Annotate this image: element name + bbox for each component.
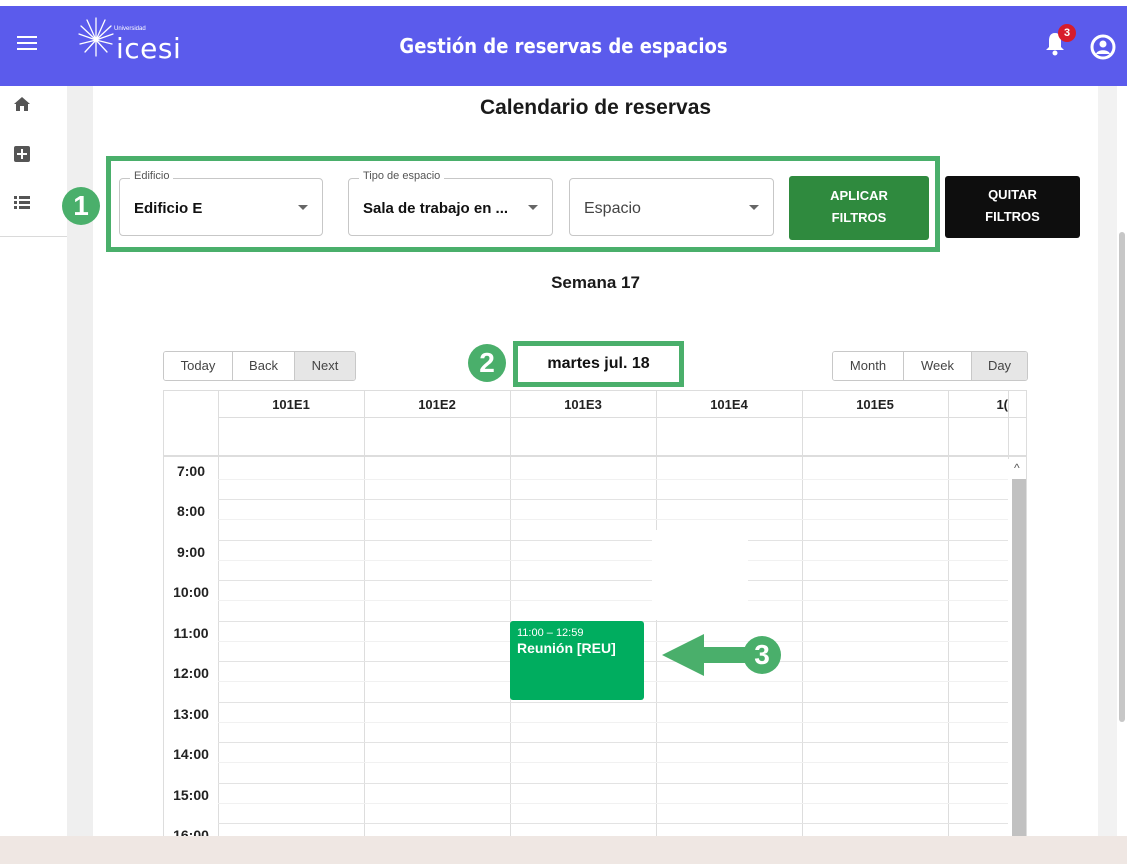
half-hour-line xyxy=(218,762,1008,763)
add-box-icon[interactable] xyxy=(12,144,32,164)
half-hour-line xyxy=(218,560,1008,561)
blank-area xyxy=(652,530,748,620)
hour-line xyxy=(218,702,1008,703)
apply-filters-label-2: FILTROS xyxy=(831,210,887,225)
user-account-icon[interactable] xyxy=(1090,34,1116,60)
espacio-select[interactable]: Espacio xyxy=(569,178,774,236)
edificio-label: Edificio xyxy=(130,170,174,182)
right-gutter xyxy=(1098,86,1117,836)
week-view-button[interactable]: Week xyxy=(904,352,972,380)
resource-column-header: 101E3 xyxy=(564,397,602,412)
app-root: Universidad icesi Gestión de reservas de… xyxy=(0,0,1127,864)
hour-line xyxy=(218,580,1008,581)
scroll-up-icon[interactable]: ^ xyxy=(1014,461,1020,475)
half-hour-line xyxy=(218,803,1008,804)
page-footer-strip xyxy=(0,836,1127,864)
notification-badge: 3 xyxy=(1058,24,1076,42)
tipo-espacio-select[interactable]: Tipo de espacio Sala de trabajo en ... xyxy=(348,170,553,236)
column-divider xyxy=(510,391,511,836)
column-divider xyxy=(364,391,365,836)
time-label: 14:00 xyxy=(173,746,209,762)
chevron-down-icon xyxy=(528,205,538,210)
header-divider xyxy=(218,417,1026,418)
current-date-label: martes jul. 18 xyxy=(547,355,650,372)
page-scrollbar-thumb[interactable] xyxy=(1119,232,1125,722)
column-divider xyxy=(948,391,949,836)
resource-column-header: 1( xyxy=(996,397,1008,412)
page-title: Calendario de reservas xyxy=(479,96,712,119)
time-label: 9:00 xyxy=(176,544,206,560)
day-calendar: 101E1 101E2 101E3 101E4 101E5 1(7:00 8:… xyxy=(163,390,1027,836)
half-hour-line xyxy=(218,722,1008,723)
remove-filters-label-2: FILTROS xyxy=(985,209,1040,224)
calendar-scrollbar[interactable]: ^ xyxy=(1008,459,1026,836)
hamburger-menu-icon[interactable] xyxy=(14,32,40,58)
tipo-espacio-label: Tipo de espacio xyxy=(359,170,445,182)
annotation-1: 1 xyxy=(62,187,100,225)
calendar-header: 101E1 101E2 101E3 101E4 101E5 1( xyxy=(164,391,1026,457)
time-label: 10:00 xyxy=(173,584,209,600)
event-time: 11:00 – 12:59 xyxy=(517,627,584,639)
sidebar xyxy=(0,86,67,836)
chevron-down-icon xyxy=(298,205,308,210)
event-title: Reunión [REU] xyxy=(517,640,616,656)
apply-filters-button[interactable]: APLICAR FILTROS xyxy=(789,176,929,240)
icesi-logo[interactable]: Universidad icesi xyxy=(78,14,188,74)
edificio-value: Edificio E xyxy=(134,200,203,217)
hour-line xyxy=(218,742,1008,743)
today-button[interactable]: Today xyxy=(164,352,233,380)
resource-column-header: 101E2 xyxy=(418,397,456,412)
time-label: 15:00 xyxy=(173,787,209,803)
hour-line xyxy=(218,783,1008,784)
time-label: 7:00 xyxy=(176,463,206,479)
edificio-select[interactable]: Edificio Edificio E xyxy=(119,170,323,236)
logo-text: icesi xyxy=(116,32,182,65)
hour-line xyxy=(218,499,1008,500)
chevron-down-icon xyxy=(749,205,759,210)
logo-rays-icon xyxy=(78,17,114,57)
annotation-3: 3 xyxy=(743,636,781,674)
hour-line xyxy=(218,540,1008,541)
tipo-espacio-value: Sala de trabajo en ... xyxy=(363,200,509,217)
sidebar-divider xyxy=(0,236,67,237)
annotation-2: 2 xyxy=(468,344,506,382)
column-divider xyxy=(218,391,219,836)
hour-line xyxy=(218,823,1008,824)
navigation-button-group: Today Back Next xyxy=(163,351,356,381)
back-button[interactable]: Back xyxy=(233,352,295,380)
reservation-event[interactable]: 11:00 – 12:59 Reunión [REU] xyxy=(510,621,644,700)
resource-column-header: 101E5 xyxy=(856,397,894,412)
view-button-group: Month Week Day xyxy=(832,351,1028,381)
next-button[interactable]: Next xyxy=(295,352,355,380)
time-label: 8:00 xyxy=(176,503,206,519)
column-divider xyxy=(802,391,803,836)
half-hour-line xyxy=(218,600,1008,601)
remove-filters-button[interactable]: QUITAR FILTROS xyxy=(945,176,1080,238)
calendar-scrollbar-thumb[interactable] xyxy=(1012,479,1026,836)
month-view-button[interactable]: Month xyxy=(833,352,904,380)
time-label: 12:00 xyxy=(173,665,209,681)
resource-column-header: 101E4 xyxy=(710,397,748,412)
espacio-placeholder: Espacio xyxy=(584,200,641,217)
top-bar: Universidad icesi Gestión de reservas de… xyxy=(0,6,1127,86)
time-label: 13:00 xyxy=(173,706,209,722)
half-hour-line xyxy=(218,519,1008,520)
day-view-button[interactable]: Day xyxy=(972,352,1027,380)
home-icon[interactable] xyxy=(12,94,32,114)
resource-column-header: 101E1 xyxy=(272,397,310,412)
remove-filters-label-1: QUITAR xyxy=(988,187,1037,202)
apply-filters-label-1: APLICAR xyxy=(830,188,888,203)
half-hour-line xyxy=(218,479,1008,480)
week-label: Semana 17 xyxy=(551,273,640,292)
time-label: 11:00 xyxy=(173,625,209,641)
list-icon[interactable] xyxy=(12,192,32,212)
time-label: 16:00 xyxy=(173,827,209,836)
